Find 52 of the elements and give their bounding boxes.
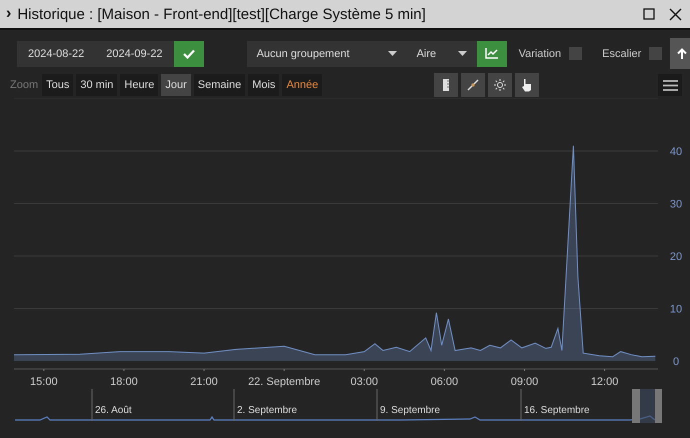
navigator-label: 9. Septembre bbox=[380, 405, 440, 416]
x-axis-label: 09:00 bbox=[510, 376, 538, 388]
grouping-dropdown[interactable]: Aucun groupement bbox=[246, 40, 407, 66]
maximize-icon[interactable] bbox=[643, 8, 655, 20]
x-axis-label: 15:00 bbox=[30, 376, 58, 388]
x-axis-label: 18:00 bbox=[110, 376, 138, 388]
date-range-field[interactable]: 2024-08-22 2024-09-22 bbox=[17, 40, 204, 66]
check-icon bbox=[182, 48, 195, 58]
navigator-label: 2. Septembre bbox=[237, 405, 298, 416]
line-chart-icon bbox=[485, 48, 498, 59]
x-axis-label: 12:00 bbox=[590, 376, 618, 388]
zoom-button[interactable]: 30 min bbox=[76, 74, 118, 96]
sun-icon[interactable] bbox=[488, 73, 512, 97]
collapse-button[interactable] bbox=[670, 38, 690, 69]
zoom-button[interactable]: Mois bbox=[248, 74, 280, 96]
shrink-icon[interactable] bbox=[460, 73, 485, 97]
caret-icon bbox=[388, 51, 397, 56]
y-axis-label: 10 bbox=[670, 304, 682, 316]
zoom-button[interactable]: Heure bbox=[120, 74, 158, 96]
zoom-button[interactable]: Jour bbox=[161, 74, 191, 96]
zoom-button[interactable]: Tous bbox=[42, 74, 74, 96]
y-axis-label: 0 bbox=[672, 356, 680, 368]
chart-type-dropdown[interactable]: Aire bbox=[406, 40, 477, 66]
apply-button[interactable] bbox=[174, 40, 204, 66]
x-axis-label: 21:00 bbox=[190, 376, 218, 388]
end-date[interactable]: 2024-09-22 bbox=[95, 48, 174, 60]
checkbox[interactable] bbox=[649, 47, 662, 60]
x-axis-label: 06:00 bbox=[430, 376, 458, 388]
x-axis-label: 22. Septembre bbox=[248, 376, 320, 388]
caret-icon bbox=[458, 51, 467, 56]
ruler-icon[interactable] bbox=[434, 73, 458, 97]
up-arrow-icon bbox=[677, 48, 688, 59]
option-label: Variation bbox=[518, 48, 562, 60]
navigator-label: 26. Août bbox=[95, 405, 132, 416]
checkbox[interactable] bbox=[569, 47, 582, 60]
menu-button[interactable] bbox=[658, 74, 682, 96]
y-axis-label: 40 bbox=[670, 146, 682, 158]
expand-icon[interactable]: › bbox=[6, 5, 12, 23]
chart-button[interactable] bbox=[476, 40, 507, 66]
start-date[interactable]: 2024-08-22 bbox=[17, 48, 96, 60]
navigator-label: 16. Septembre bbox=[524, 405, 590, 416]
window-title: Historique : [Maison - Front-end][test][Charge Système 5 min] bbox=[17, 6, 427, 22]
y-axis-label: 30 bbox=[670, 198, 682, 210]
zoom-button[interactable]: Semaine bbox=[194, 74, 246, 96]
menu-icon bbox=[662, 80, 678, 90]
y-axis-label: 20 bbox=[670, 251, 682, 263]
close-icon[interactable] bbox=[669, 8, 682, 20]
hand-pointer-icon[interactable] bbox=[514, 73, 539, 97]
x-axis-label: 03:00 bbox=[350, 376, 378, 388]
zoom-label: Zoom bbox=[10, 79, 38, 91]
option-label: Escalier bbox=[602, 48, 642, 60]
zoom-button[interactable]: Année bbox=[282, 74, 322, 96]
